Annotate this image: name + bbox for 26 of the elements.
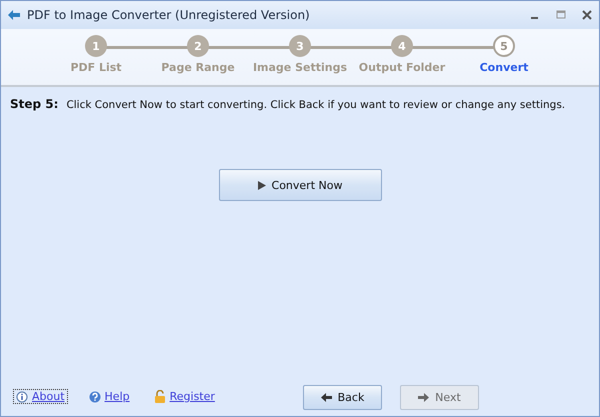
right-arrow-icon xyxy=(418,393,430,402)
step-number: 1 xyxy=(85,35,107,57)
step-heading: Step 5: xyxy=(10,97,58,111)
play-icon xyxy=(258,180,266,190)
info-icon xyxy=(16,390,28,402)
app-icon xyxy=(7,9,21,21)
step-number: 5 xyxy=(493,35,515,57)
help-icon xyxy=(88,390,101,402)
convert-now-button[interactable]: Convert Now xyxy=(218,169,382,201)
step-label: PDF List xyxy=(70,61,122,74)
close-icon[interactable] xyxy=(581,9,593,21)
step-label: Image Settings xyxy=(252,61,348,74)
step-number: 3 xyxy=(289,35,311,57)
register-link[interactable]: Register xyxy=(150,389,218,404)
step-label: Page Range xyxy=(161,61,235,74)
left-arrow-icon xyxy=(320,393,332,402)
step-number: 4 xyxy=(391,35,413,57)
instruction-text: Click Convert Now to start converting. Click Back if you want to review or change any settings. xyxy=(66,99,566,111)
help-link[interactable]: Help xyxy=(86,389,133,404)
step-label: Output Folder xyxy=(358,61,446,74)
window-title: PDF to Image Converter (Unregistered Version) xyxy=(27,8,311,22)
back-button[interactable]: Back xyxy=(303,385,382,410)
step-label: Convert xyxy=(480,61,528,74)
about-link[interactable]: About xyxy=(13,389,68,404)
padlock-icon xyxy=(154,390,166,403)
step-number: 2 xyxy=(187,35,209,57)
